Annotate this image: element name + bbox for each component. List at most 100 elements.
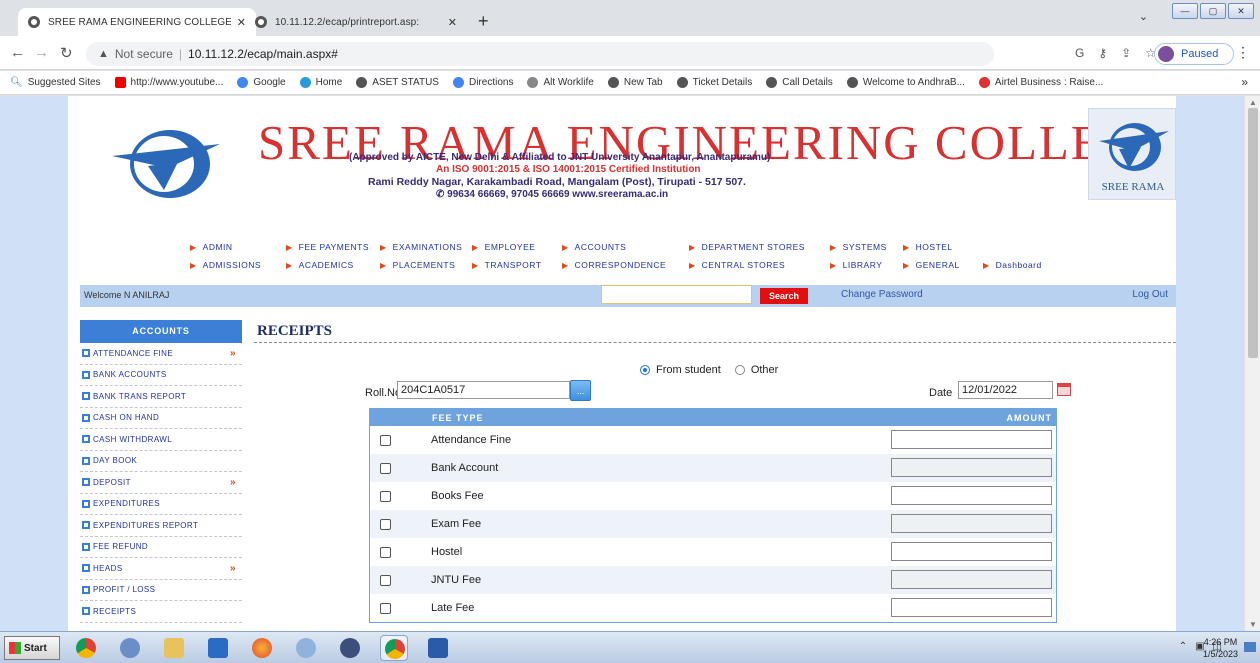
page-scrollbar[interactable]: ▲ ▼ — [1244, 96, 1260, 631]
bookmark-item[interactable]: 🔍︎ Suggested Sites — [10, 77, 101, 88]
reload-icon[interactable]: ↻ — [60, 44, 73, 62]
sidebar-item-day-book[interactable]: DAY BOOK — [80, 451, 242, 472]
tab-inactive[interactable]: 10.11.12.2/ecap/printreport.asp: ✕ — [245, 8, 467, 36]
fee-checkbox[interactable] — [380, 491, 391, 502]
profile-button[interactable]: Paused — [1154, 43, 1234, 65]
bookmarks-more-button[interactable]: » — [1241, 75, 1248, 89]
amount-input[interactable] — [891, 598, 1052, 617]
share-icon[interactable]: ⇪ — [1121, 46, 1131, 60]
search-input[interactable] — [601, 285, 752, 304]
forward-arrow-icon[interactable]: → — [34, 44, 49, 61]
change-password-link[interactable]: Change Password — [841, 289, 923, 300]
menu-library[interactable]: ▶ LIBRARY — [830, 260, 882, 270]
system-clock[interactable]: 4:26 PM 1/5/2023 — [1203, 636, 1238, 660]
outlook-taskbar-icon[interactable] — [204, 635, 232, 661]
fee-checkbox[interactable] — [380, 519, 391, 530]
maximize-button[interactable]: ▢ — [1200, 3, 1226, 19]
bookmark-item[interactable]: Welcome to AndhraB... — [846, 77, 965, 88]
menu-accounts[interactable]: ▶ ACCOUNTS — [562, 242, 626, 252]
minimize-button[interactable]: — — [1172, 3, 1198, 19]
sidebar-item-heads[interactable]: HEADS » — [80, 558, 242, 580]
menu-central-stores[interactable]: ▶ CENTRAL STORES — [689, 260, 785, 270]
menu-department-stores[interactable]: ▶ DEPARTMENT STORES — [689, 242, 805, 252]
radio-from-student[interactable] — [640, 365, 650, 375]
key-icon[interactable]: ⚷ — [1098, 46, 1107, 60]
menu-general[interactable]: ▶ GENERAL — [903, 260, 960, 270]
date-input[interactable]: 12/01/2022 — [958, 381, 1053, 399]
tab-active[interactable]: SREE RAMA ENGINEERING COLLEGE ✕ — [18, 8, 256, 36]
menu-placements[interactable]: ▶ PLACEMENTS — [380, 260, 455, 270]
bookmark-item[interactable]: Google — [237, 77, 286, 88]
bookmark-item[interactable]: Directions — [452, 77, 513, 88]
menu-admin[interactable]: ▶ ADMIN — [190, 242, 233, 252]
menu-correspondence[interactable]: ▶ CORRESPONDENCE — [562, 260, 666, 270]
menu-academics[interactable]: ▶ ACADEMICS — [286, 260, 354, 270]
word-taskbar-icon[interactable] — [424, 635, 452, 661]
tab-search-icon[interactable]: ⌄ — [1139, 10, 1148, 23]
roll-no-input[interactable]: 204C1A0517 — [397, 381, 570, 399]
chrome-active-taskbar-icon[interactable] — [380, 635, 408, 661]
sidebar-item-expenditures-report[interactable]: EXPENDITURES REPORT — [80, 515, 242, 537]
amount-input[interactable] — [891, 486, 1052, 505]
scroll-down-icon[interactable]: ▼ — [1249, 620, 1257, 629]
menu-hostel[interactable]: ▶ HOSTEL — [903, 242, 953, 252]
fee-checkbox[interactable] — [380, 603, 391, 614]
amount-input[interactable] — [891, 542, 1052, 561]
fee-checkbox[interactable] — [380, 547, 391, 558]
bookmark-item[interactable]: Alt Worklife — [527, 77, 594, 88]
firefox-taskbar-icon[interactable] — [248, 635, 276, 661]
menu-employee[interactable]: ▶ EMPLOYEE — [472, 242, 535, 252]
bookmark-item[interactable]: Call Details — [766, 77, 833, 88]
menu-dashboard[interactable]: ▶ Dashboard — [983, 260, 1042, 270]
tools-taskbar-icon[interactable] — [116, 635, 144, 661]
tray-expand-icon[interactable]: ⌃ — [1179, 641, 1187, 652]
scroll-up-icon[interactable]: ▲ — [1249, 98, 1257, 107]
paint-taskbar-icon[interactable] — [292, 635, 320, 661]
explorer-taskbar-icon[interactable] — [160, 635, 188, 661]
close-icon[interactable]: ✕ — [448, 16, 457, 29]
sidebar-item-deposit[interactable]: DEPOSIT » — [80, 472, 242, 494]
show-desktop-button[interactable] — [1244, 642, 1256, 652]
sidebar-item-fee-refund[interactable]: FEE REFUND — [80, 537, 242, 558]
sidebar-item-expenditures[interactable]: EXPENDITURES — [80, 494, 242, 515]
search-button[interactable]: Search — [760, 288, 808, 304]
sidebar-item-bank-accounts[interactable]: BANK ACCOUNTS — [80, 365, 242, 386]
back-arrow-icon[interactable]: ← — [10, 44, 25, 61]
menu-fee-payments[interactable]: ▶ FEE PAYMENTS — [286, 242, 369, 252]
menu-examinations[interactable]: ▶ EXAMINATIONS — [380, 242, 462, 252]
menu-systems[interactable]: ▶ SYSTEMS — [830, 242, 887, 252]
scrollbar-thumb[interactable] — [1248, 108, 1258, 358]
sidebar-item-cash-withdrawl[interactable]: CASH WITHDRAWL — [80, 429, 242, 451]
start-button[interactable]: Start — [4, 636, 60, 660]
logout-link[interactable]: Log Out — [1132, 289, 1168, 300]
sidebar-item-receipts[interactable]: RECEIPTS — [80, 601, 242, 623]
amount-input[interactable] — [891, 570, 1052, 589]
fee-checkbox[interactable] — [380, 463, 391, 474]
sidebar-item-profit-loss[interactable]: PROFIT / LOSS — [80, 580, 242, 601]
bookmark-item[interactable]: ASET STATUS — [356, 77, 439, 88]
menu-icon[interactable]: ⋮ — [1236, 44, 1250, 61]
radio-other[interactable] — [734, 365, 745, 375]
amount-input[interactable] — [891, 430, 1052, 449]
url-bar[interactable]: ▲ Not secure | 10.11.12.2/ecap/main.aspx… — [86, 42, 994, 66]
sidebar-item-attendance-fine[interactable]: ATTENDANCE FINE » — [80, 343, 242, 365]
media-taskbar-icon[interactable] — [336, 635, 364, 661]
bookmark-item[interactable]: Airtel Business : Raise... — [978, 77, 1103, 88]
amount-input[interactable] — [891, 514, 1052, 533]
amount-input[interactable] — [891, 458, 1052, 477]
google-icon[interactable]: G — [1075, 46, 1084, 60]
new-tab-button[interactable]: + — [478, 12, 489, 30]
roll-lookup-button[interactable]: ... — [570, 380, 591, 401]
warning-icon[interactable]: ▲ — [98, 48, 109, 60]
calendar-icon[interactable] — [1057, 383, 1071, 396]
close-window-button[interactable]: ✕ — [1228, 3, 1254, 19]
bookmark-item[interactable]: Home — [299, 77, 342, 88]
menu-admissions[interactable]: ▶ ADMISSIONS — [190, 260, 261, 270]
sidebar-item-bank-trans-report[interactable]: BANK TRANS REPORT — [80, 386, 242, 408]
sidebar-item-cash-on-hand[interactable]: CASH ON HAND — [80, 408, 242, 429]
fee-checkbox[interactable] — [380, 575, 391, 586]
bookmark-item[interactable]: New Tab — [607, 77, 663, 88]
bookmark-item[interactable]: http://www.youtube... — [114, 77, 223, 88]
menu-transport[interactable]: ▶ TRANSPORT — [472, 260, 541, 270]
bookmark-item[interactable]: Ticket Details — [676, 77, 752, 88]
